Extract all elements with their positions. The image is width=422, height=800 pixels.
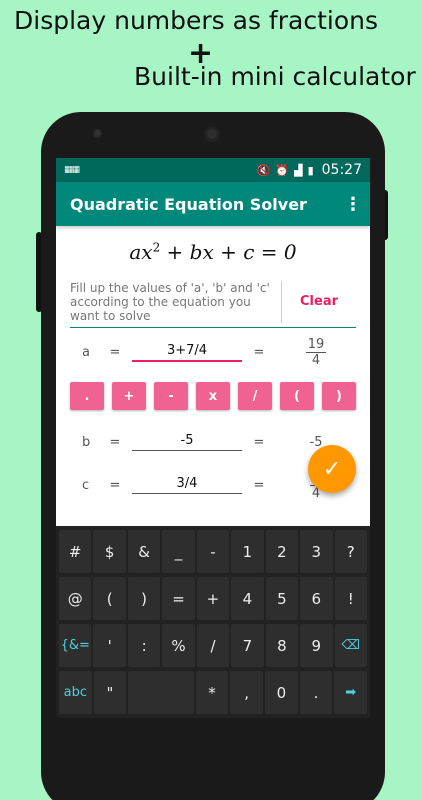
key[interactable]: 4: [231, 577, 264, 620]
key[interactable]: =: [162, 577, 195, 620]
key[interactable]: 3: [300, 530, 333, 573]
key[interactable]: (: [93, 577, 126, 620]
key[interactable]: ,: [230, 671, 264, 714]
equals-sign: =: [109, 477, 121, 493]
enter-arrow-icon[interactable]: ➡: [334, 671, 368, 714]
solve-fab-button[interactable]: ✓: [308, 445, 356, 493]
equals-sign: =: [253, 477, 265, 493]
coef-input-b[interactable]: -5: [132, 433, 242, 451]
battery-icon: ▮: [307, 163, 314, 177]
key[interactable]: 8: [265, 624, 299, 667]
key[interactable]: 0: [265, 671, 298, 714]
phone-frame: ▦▦ 🔇 ⏰ ▟ ▮ 05:27 Quadratic Equation Solv…: [41, 112, 385, 800]
key[interactable]: ?: [334, 530, 367, 573]
coef-label-a: a: [82, 344, 90, 360]
key[interactable]: $: [93, 530, 126, 573]
op-divide-button[interactable]: /: [238, 382, 272, 410]
key[interactable]: *: [195, 671, 229, 714]
op-open-paren-button[interactable]: (: [280, 382, 314, 410]
screen: ▦▦ 🔇 ⏰ ▟ ▮ 05:27 Quadratic Equation Solv…: [56, 158, 370, 718]
key[interactable]: !: [334, 577, 367, 620]
keyboard-row-3: {&= ' : % / 7 8 9 ⌫: [58, 622, 368, 669]
backspace-icon[interactable]: ⌫: [334, 624, 367, 667]
coef-label-b: b: [82, 434, 91, 450]
space-key[interactable]: [128, 671, 194, 714]
hint-text: Fill up the values of 'a', 'b' and 'c' a…: [70, 280, 282, 323]
key[interactable]: ': [93, 624, 126, 667]
equals-sign: =: [109, 434, 121, 450]
signal-icon: ▟: [294, 163, 303, 177]
camera-icon: [93, 129, 102, 138]
keyboard-row-2: @ ( ) = + 4 5 6 !: [58, 575, 368, 622]
key[interactable]: 6: [300, 577, 333, 620]
key[interactable]: #: [59, 530, 92, 573]
key[interactable]: 7: [231, 624, 264, 667]
key[interactable]: @: [59, 577, 92, 620]
status-bar: ▦▦ 🔇 ⏰ ▟ ▮ 05:27: [56, 158, 370, 182]
op-multiply-button[interactable]: x: [196, 382, 230, 410]
key[interactable]: 2: [265, 530, 299, 573]
speaker-icon: [204, 126, 220, 142]
promo-line-2: Built-in mini calculator: [134, 62, 416, 91]
promo-line-1: Display numbers as fractions: [14, 6, 378, 35]
key[interactable]: 9: [300, 624, 333, 667]
alarm-icon: ⏰: [275, 163, 290, 177]
key[interactable]: .: [299, 671, 333, 714]
abc-toggle-key[interactable]: abc: [59, 671, 92, 714]
key[interactable]: %: [162, 624, 195, 667]
key[interactable]: ": [93, 671, 127, 714]
equals-sign: =: [253, 434, 265, 450]
check-icon: ✓: [322, 456, 342, 482]
key[interactable]: &: [127, 530, 161, 573]
coef-input-a[interactable]: 3+7/4: [132, 343, 242, 362]
key[interactable]: -: [196, 530, 230, 573]
coef-result-a: 19 4: [305, 336, 327, 368]
key[interactable]: +: [196, 577, 230, 620]
app-title: Quadratic Equation Solver: [70, 194, 307, 214]
key[interactable]: 5: [265, 577, 299, 620]
equation-display: ax2 + bx + c = 0: [129, 240, 297, 264]
equals-sign: =: [253, 344, 265, 360]
op-minus-button[interactable]: -: [154, 382, 188, 410]
key[interactable]: _: [162, 530, 195, 573]
op-dot-button[interactable]: .: [70, 382, 104, 410]
equals-sign: =: [109, 344, 121, 360]
keyboard-row-1: # $ & _ - 1 2 3 ?: [58, 528, 368, 575]
status-time: 05:27: [321, 162, 362, 178]
op-close-paren-button[interactable]: ): [322, 382, 356, 410]
clear-button[interactable]: Clear: [282, 294, 356, 309]
mute-icon: 🔇: [256, 163, 271, 177]
coef-label-c: c: [82, 477, 90, 493]
keyboard-row-4: abc " * , 0 . ➡: [58, 669, 368, 716]
key[interactable]: 1: [231, 530, 264, 573]
coef-row-a: a = 3+7/4 = 19 4: [70, 328, 356, 376]
overflow-menu-icon[interactable]: ⋮: [344, 194, 362, 215]
key[interactable]: /: [196, 624, 230, 667]
symbols-toggle-key[interactable]: {&=: [59, 624, 92, 667]
operator-row: . + - x / ( ): [70, 382, 356, 412]
coef-input-c[interactable]: 3/4: [132, 476, 242, 494]
keyboard-icon: ▦▦: [64, 165, 80, 175]
hint-row: Fill up the values of 'a', 'b' and 'c' a…: [70, 276, 356, 328]
key[interactable]: ): [127, 577, 161, 620]
op-plus-button[interactable]: +: [112, 382, 146, 410]
key[interactable]: :: [127, 624, 161, 667]
app-bar: Quadratic Equation Solver ⋮: [56, 182, 370, 226]
keyboard: # $ & _ - 1 2 3 ? @ ( ) = + 4 5 6 ! {&= …: [56, 526, 370, 718]
